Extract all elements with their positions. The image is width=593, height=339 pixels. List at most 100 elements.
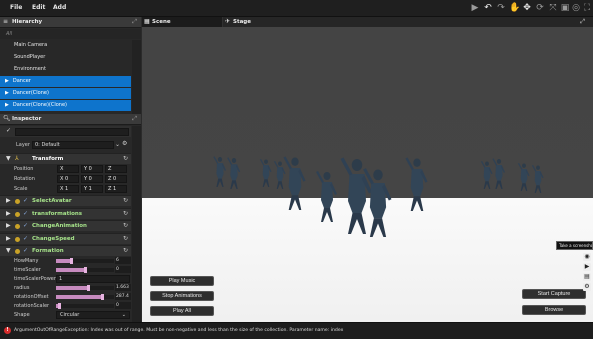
collapse-triangle-icon[interactable]: ▼ <box>6 247 11 254</box>
transform-x-input[interactable]: X 0 <box>57 175 79 183</box>
fullscreen-icon[interactable]: ⛶ <box>582 3 592 13</box>
chevron-down-icon[interactable]: ⌄ <box>115 141 120 148</box>
hierarchy-list: Main Camera SoundPlayer Environment ▶ Dancer… <box>0 40 141 111</box>
tab-scene[interactable]: ▦ Scene <box>142 17 222 27</box>
expand-triangle-icon[interactable]: ▶ <box>6 222 11 229</box>
expand-triangle-icon[interactable]: ▶ <box>6 210 11 217</box>
expand-icon[interactable]: ⤢ <box>132 115 137 123</box>
hierarchy-item[interactable]: Environment <box>0 64 131 75</box>
hierarchy-item[interactable]: Main Camera <box>0 40 131 51</box>
transform-x-input[interactable]: X <box>57 165 79 173</box>
hierarchy-item[interactable]: ▶ Dancer(Clone)(Clone) <box>0 100 131 111</box>
component-enabled-checkbox[interactable]: ✓ <box>23 247 28 254</box>
formation-slider[interactable] <box>56 258 114 264</box>
play-music-button[interactable]: Play Music <box>150 276 214 286</box>
settings-icon[interactable]: ⚙ <box>122 140 127 147</box>
redo-icon[interactable]: ↷ <box>496 3 506 13</box>
refresh-icon[interactable]: ↻ <box>123 197 128 204</box>
component-row[interactable]: ▶ ✓ ChangeSpeed ↻ <box>0 232 131 244</box>
globe-icon[interactable]: ◎ <box>571 3 581 13</box>
refresh-icon[interactable]: ↻ <box>123 222 128 229</box>
expand-triangle-icon[interactable]: ▶ <box>6 235 11 242</box>
active-checkbox[interactable]: ✓ <box>6 127 11 134</box>
menu-add[interactable]: Add <box>53 4 66 11</box>
hierarchy-title: Hierarchy <box>12 19 43 25</box>
hierarchy-item[interactable]: SoundPlayer <box>0 52 131 63</box>
hierarchy-scrollbar[interactable] <box>132 40 141 114</box>
transform-field-label: Position <box>14 166 34 172</box>
formation-slider[interactable] <box>56 303 114 309</box>
camera-icon[interactable]: ◉ <box>583 253 591 261</box>
formation-field-number[interactable]: 1.663 <box>115 284 131 291</box>
undo-icon[interactable]: ↶ <box>483 3 493 13</box>
formation-slider[interactable] <box>56 294 114 300</box>
folder-icon[interactable]: ▤ <box>583 273 591 281</box>
play-all-button[interactable]: Play All <box>150 306 214 316</box>
transform-y-input[interactable]: Y 0 <box>81 175 103 183</box>
formation-field-number[interactable]: 0 <box>115 266 131 273</box>
formation-slider[interactable] <box>56 267 114 273</box>
hand-icon[interactable]: ✋ <box>509 3 520 13</box>
expand-triangle-icon[interactable]: ▶ <box>6 197 11 204</box>
transform-row: Position X Y 0 Z <box>0 165 131 174</box>
transform-field-label: Scale <box>14 186 28 192</box>
expand-icon[interactable]: ⤢ <box>132 18 137 26</box>
play-icon[interactable]: ▶ <box>470 3 480 13</box>
menu-file[interactable]: File <box>10 4 22 11</box>
slider-knob[interactable] <box>84 267 87 273</box>
component-enabled-checkbox[interactable]: ✓ <box>23 197 28 204</box>
tab-stage[interactable]: ✈ Stage ⤢ <box>223 17 593 27</box>
refresh-icon[interactable]: ↻ <box>123 155 128 162</box>
expand-arrow-icon[interactable]: ▶ <box>5 90 9 96</box>
refresh-icon[interactable]: ↻ <box>123 235 128 242</box>
component-row[interactable]: ▶ ✓ transformations ↻ <box>0 207 131 219</box>
component-row[interactable]: ▶ ✓ SelectAvatar ↻ <box>0 195 131 206</box>
browse-button[interactable]: Browse <box>522 305 586 315</box>
component-row[interactable]: ▼ ✓ Formation ↻ <box>0 245 131 256</box>
hierarchy-search[interactable]: All <box>0 29 141 39</box>
formation-field-number[interactable]: 287.4 <box>115 293 131 300</box>
transform-z-input[interactable]: Z <box>105 165 127 173</box>
transform-z-input[interactable]: Z 1 <box>105 185 127 193</box>
hierarchy-item[interactable]: ▶ Dancer <box>0 76 131 87</box>
transform-y-input[interactable]: Y 1 <box>81 185 103 193</box>
menu-edit[interactable]: Edit <box>32 4 45 11</box>
expand-arrow-icon[interactable]: ▶ <box>5 78 9 84</box>
inspector-scrollbar[interactable] <box>132 126 141 322</box>
transform-x-input[interactable]: X 1 <box>57 185 79 193</box>
stop-animations-button[interactable]: Stop Animations <box>150 291 214 301</box>
shape-dropdown[interactable]: Circular ⌄ <box>56 311 130 319</box>
slider-knob[interactable] <box>69 258 73 264</box>
formation-field-number[interactable]: 0 <box>115 302 131 309</box>
slider-knob[interactable] <box>101 294 105 300</box>
expand-icon[interactable]: ⤢ <box>580 17 585 27</box>
gear-icon[interactable]: ⚙ <box>583 283 591 291</box>
start-capture-button[interactable]: Start Capture <box>522 289 586 299</box>
component-row[interactable]: ▶ ✓ ChangeAnimation ↻ <box>0 220 131 231</box>
formation-slider[interactable] <box>56 285 114 291</box>
scale-icon[interactable]: ⤧ <box>548 3 558 13</box>
component-enabled-checkbox[interactable]: ✓ <box>23 210 28 217</box>
transform-z-input[interactable]: Z 0 <box>105 175 127 183</box>
slider-knob[interactable] <box>86 285 90 291</box>
component-enabled-checkbox[interactable]: ✓ <box>23 235 28 242</box>
layer-dropdown[interactable]: 0: Default <box>32 141 114 149</box>
object-name-input[interactable] <box>15 128 129 136</box>
component-enabled-checkbox[interactable]: ✓ <box>23 222 28 229</box>
rect-icon[interactable]: ▣ <box>560 3 570 13</box>
refresh-icon[interactable]: ↻ <box>123 247 128 254</box>
slider-knob[interactable] <box>57 303 61 309</box>
expand-arrow-icon[interactable]: ▶ <box>5 102 9 108</box>
collapse-triangle-icon[interactable]: ▼ <box>6 155 11 162</box>
video-icon[interactable]: ▶ <box>583 263 591 271</box>
rotate-icon[interactable]: ⟳ <box>535 3 545 13</box>
transform-y-input[interactable]: Y 0 <box>81 165 103 173</box>
move-icon[interactable]: ✥ <box>522 3 532 13</box>
hierarchy-item[interactable]: ▶ Dancer(Clone) <box>0 88 131 99</box>
formation-field-number[interactable]: 6 <box>115 257 131 264</box>
transform-header[interactable]: ▼ ⅄ Transform ↻ <box>0 153 131 164</box>
hierarchy-header: ≡ Hierarchy ⤢ <box>0 17 141 28</box>
formation-field-input[interactable]: 1 <box>56 275 130 283</box>
error-message[interactable]: ArgumentOutOfRangeException: Index was o… <box>14 328 343 333</box>
refresh-icon[interactable]: ↻ <box>123 210 128 217</box>
